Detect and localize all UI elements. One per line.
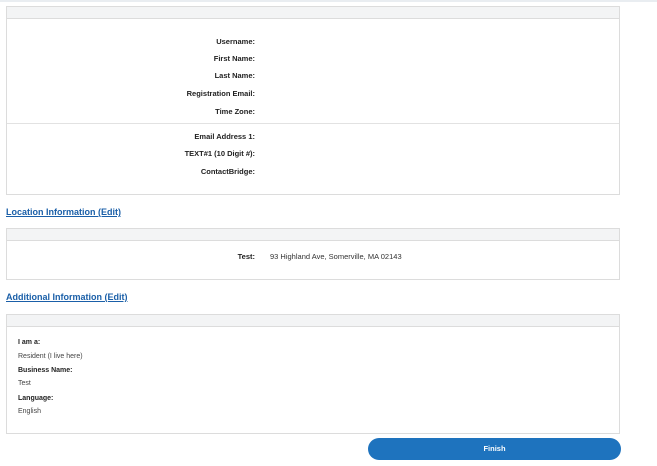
field-text-1: TEXT#1 (10 Digit #): <box>7 148 619 160</box>
field-contactbridge: ContactBridge: <box>7 166 619 178</box>
location-information-edit-link[interactable]: Location Information (Edit) <box>6 207 121 217</box>
field-email-address-1: Email Address 1: <box>7 131 619 143</box>
field-first-name: First Name: <box>7 53 619 65</box>
finish-button[interactable]: Finish <box>368 438 621 460</box>
account-info-panel: Username: First Name: Last Name: Registr… <box>6 6 620 195</box>
additional-information-edit-link[interactable]: Additional Information (Edit) <box>6 292 127 302</box>
field-time-zone: Time Zone: <box>7 106 619 118</box>
field-label: Time Zone: <box>215 107 255 116</box>
field-label: First Name: <box>213 54 255 63</box>
additional-label-language: Language: <box>18 395 54 402</box>
field-label: Registration Email: <box>186 89 255 98</box>
field-registration-email: Registration Email: <box>7 88 619 100</box>
additional-value-business-name: Test <box>18 380 31 387</box>
location-label: Test: <box>237 252 255 261</box>
field-label: Last Name: <box>214 71 255 80</box>
location-row: Test: 93 Highland Ave, Somerville, MA 02… <box>7 251 619 263</box>
additional-label-business-name: Business Name: <box>18 367 73 374</box>
field-last-name: Last Name: <box>7 70 619 82</box>
additional-info-panel: I am a: Resident (I live here) Business … <box>6 314 620 434</box>
panel-divider <box>7 123 619 124</box>
field-label: ContactBridge: <box>200 167 255 176</box>
location-info-panel: Test: 93 Highland Ave, Somerville, MA 02… <box>6 228 620 280</box>
field-username: Username: <box>7 36 619 48</box>
top-border <box>0 0 657 2</box>
field-label: TEXT#1 (10 Digit #): <box>184 149 255 158</box>
location-value: 93 Highland Ave, Somerville, MA 02143 <box>270 252 402 261</box>
additional-panel-header <box>7 315 619 327</box>
account-panel-header <box>7 7 619 19</box>
field-label: Email Address 1: <box>194 132 255 141</box>
location-panel-header <box>7 229 619 241</box>
additional-value-language: English <box>18 408 41 415</box>
additional-value-i-am-a: Resident (I live here) <box>18 353 83 360</box>
additional-label-i-am-a: I am a: <box>18 339 41 346</box>
field-label: Username: <box>216 37 255 46</box>
